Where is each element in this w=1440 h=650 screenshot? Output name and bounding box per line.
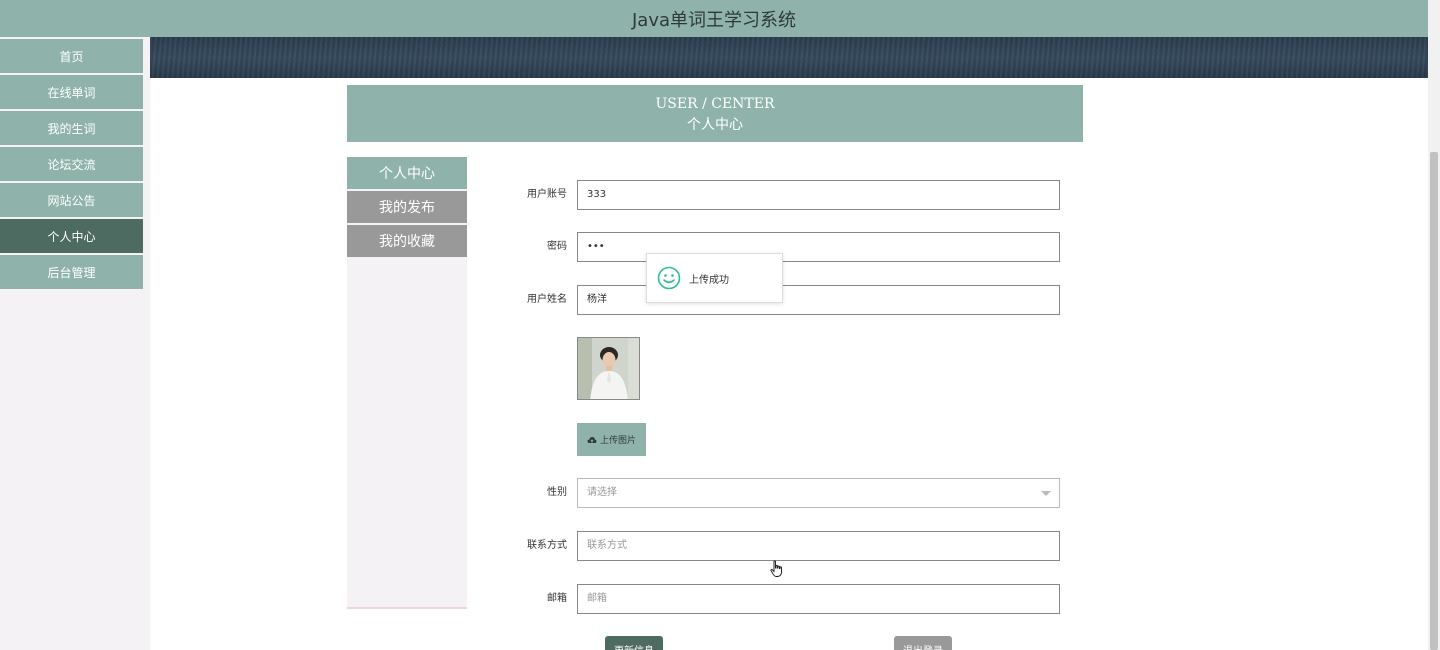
sidebar-item-forum[interactable]: 论坛交流 [0,147,143,181]
sidebar-item-my-words[interactable]: 我的生词 [0,111,143,145]
sidebar-item-label: 个人中心 [47,229,96,244]
update-info-button[interactable]: 更新信息 [605,636,663,650]
smile-icon [657,266,681,290]
sidebar: 首页 在线单词 我的生词 论坛交流 网站公告 个人中心 后台管理 [0,37,150,650]
app-title: Java单词王学习系统 [631,9,797,31]
logout-label: 退出登录 [903,642,943,650]
upload-image-label: 上传图片 [599,436,636,446]
name-label: 用户姓名 [527,294,567,305]
sidebar-item-label: 首页 [59,49,84,64]
avatar-photo [578,338,639,399]
email-input[interactable]: 邮箱 [577,584,1060,614]
contact-input[interactable]: 联系方式 [577,531,1060,561]
main-content: USER / CENTER 个人中心 个人中心 我的发布 我的收藏 用户账号 3… [150,78,1428,650]
tab-personal-center[interactable]: 个人中心 [347,157,467,189]
gender-select[interactable]: 请选择 [577,478,1060,508]
upload-success-toast: 上传成功 [646,253,783,303]
tab-my-posts[interactable]: 我的发布 [347,191,467,223]
sidebar-item-online-words[interactable]: 在线单词 [0,75,143,109]
gender-label: 性别 [547,487,567,498]
contact-label: 联系方式 [527,540,567,551]
section-title-en: USER / CENTER [655,96,775,112]
avatar [577,337,640,400]
sidebar-item-announcements[interactable]: 网站公告 [0,183,143,217]
email-label: 邮箱 [547,593,567,604]
toast-message: 上传成功 [689,274,729,286]
banner-image [150,37,1428,78]
account-input[interactable]: 333 [577,180,1060,210]
tab-my-favorites[interactable]: 我的收藏 [347,225,467,257]
section-title-cn: 个人中心 [687,117,743,133]
gender-row: 性别 请选择 [495,478,1060,508]
account-label: 用户账号 [527,189,567,200]
cloud-upload-icon [587,436,597,443]
chevron-down-icon [1041,491,1051,496]
sidebar-item-label: 我的生词 [47,121,96,136]
sidebar-item-home[interactable]: 首页 [0,39,143,73]
gender-select-value: 请选择 [587,487,617,498]
update-info-label: 更新信息 [614,642,654,650]
sidebar-item-label: 网站公告 [47,193,96,208]
email-row: 邮箱 邮箱 [495,584,1060,614]
sidebar-item-personal-center[interactable]: 个人中心 [0,219,143,253]
hand-cursor-icon [770,560,782,577]
user-subnav: 个人中心 我的发布 我的收藏 [347,157,467,609]
sidebar-item-label: 论坛交流 [47,157,96,172]
sidebar-item-label: 后台管理 [47,265,96,280]
contact-row: 联系方式 联系方式 [495,531,1060,561]
password-label: 密码 [547,241,567,252]
tab-label: 我的收藏 [379,234,435,250]
tab-label: 个人中心 [379,166,435,182]
logout-button[interactable]: 退出登录 [894,636,952,650]
tab-label: 我的发布 [379,200,435,216]
upload-image-button[interactable]: 上传图片 [577,423,646,456]
section-header: USER / CENTER 个人中心 [347,85,1083,142]
app-header: Java单词王学习系统 [0,0,1428,37]
sidebar-item-label: 在线单词 [47,85,96,100]
account-row: 用户账号 333 [495,180,1060,210]
scrollbar-thumb[interactable] [1430,152,1438,650]
sidebar-item-admin[interactable]: 后台管理 [0,255,143,289]
page-scrollbar[interactable] [1428,0,1440,650]
